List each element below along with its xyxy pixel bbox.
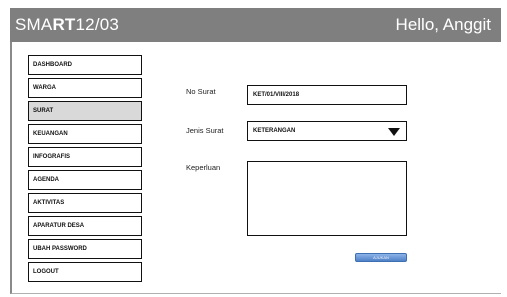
brand-prefix: SMA [15, 15, 53, 34]
sidebar-item-keuangan[interactable]: KEUANGAN [28, 124, 142, 144]
sidebar-item-dashboard[interactable]: DASHBOARD [28, 55, 142, 75]
sidebar-item-infografis[interactable]: INFOGRAFIS [28, 147, 142, 167]
keperluan-textarea[interactable] [247, 161, 407, 236]
sidebar-item-aparatur-desa[interactable]: APARATUR DESA [28, 216, 142, 236]
jenis-surat-select[interactable]: KETERANGAN [247, 121, 407, 141]
sidebar-item-agenda[interactable]: AGENDA [28, 170, 142, 190]
keperluan-label: Keperluan [186, 163, 221, 172]
brand-suffix: 12/03 [75, 15, 120, 34]
top-header: SMART12/03 Hello, Anggit [10, 8, 501, 42]
sidebar-item-ubah-password[interactable]: UBAH PASSWORD [28, 239, 142, 259]
jenis-surat-label: Jenis Surat [186, 126, 224, 135]
jenis-surat-value: KETERANGAN [253, 128, 296, 134]
sidebar-item-logout[interactable]: LOGOUT [28, 262, 142, 282]
sidebar-item-warga[interactable]: WARGA [28, 78, 142, 98]
submit-button[interactable]: AJUKAN [355, 253, 407, 262]
brand-logo-text: SMART12/03 [15, 15, 119, 35]
sidebar-item-surat[interactable]: SURAT [28, 101, 142, 121]
no-surat-field[interactable]: KET/01/VIII/2018 [247, 85, 407, 105]
user-greeting: Hello, Anggit [395, 15, 491, 34]
no-surat-label: No Surat [186, 87, 216, 96]
dropdown-triangle-icon[interactable] [388, 128, 400, 136]
sidebar-item-aktivitas[interactable]: AKTIVITAS [28, 193, 142, 213]
brand-bold: RT [52, 15, 76, 34]
